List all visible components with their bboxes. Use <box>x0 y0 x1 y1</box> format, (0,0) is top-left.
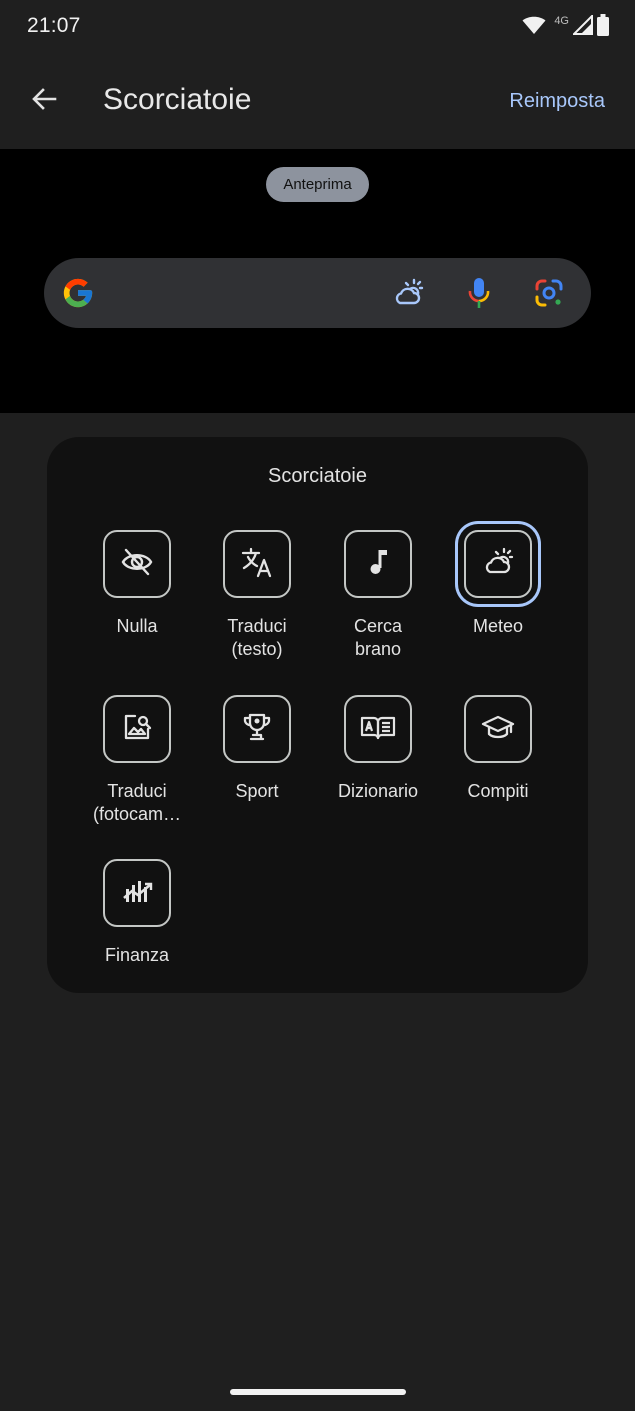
preview-chip: Anteprima <box>266 167 369 202</box>
tile-label: Nulla <box>116 616 158 636</box>
preview-area: Anteprima <box>0 149 635 413</box>
tile-icon-box <box>103 859 171 927</box>
google-g-icon <box>61 276 95 310</box>
shortcuts-title: Scorciatoie <box>268 465 367 487</box>
translate-icon <box>240 545 274 584</box>
shortcut-cerca-brano[interactable]: Cerca brano <box>318 530 438 661</box>
tile-label: Compiti <box>467 781 529 801</box>
back-button[interactable] <box>22 79 66 123</box>
tile-icon-box <box>223 530 291 598</box>
home-indicator[interactable] <box>230 1389 406 1395</box>
status-icons: 4G <box>522 13 609 41</box>
tile-icon-box <box>464 530 532 598</box>
shortcut-nulla[interactable]: Nulla <box>77 530 197 638</box>
tile-label: Dizionario <box>337 781 419 801</box>
tile-icon-box <box>103 695 171 763</box>
shortcut-dizionario[interactable]: Dizionario <box>318 695 438 803</box>
battery-icon <box>597 13 609 41</box>
tile-icon-box <box>223 695 291 763</box>
tile-icon-box <box>103 530 171 598</box>
shortcut-sport[interactable]: Sport <box>197 695 317 803</box>
app-bar: Scorciatoie Reimposta <box>0 56 635 148</box>
shortcut-traduci-testo[interactable]: Traduci (testo) <box>197 530 317 661</box>
shortcut-compiti[interactable]: Compiti <box>438 695 558 803</box>
tile-label: Traduci (testo) <box>227 616 287 659</box>
mic-icon[interactable] <box>460 274 498 312</box>
shortcut-finanza[interactable]: Finanza <box>77 859 197 967</box>
eye-off-icon <box>120 545 154 584</box>
tile-icon-box <box>464 695 532 763</box>
wifi-icon <box>522 15 546 40</box>
school-cap-icon <box>481 710 515 749</box>
tile-icon-box <box>344 695 412 763</box>
lens-icon[interactable] <box>530 274 568 312</box>
music-note-icon <box>361 545 395 584</box>
tile-label: Finanza <box>104 945 170 965</box>
tile-label: Traduci (fotocam… <box>92 781 182 824</box>
tile-label: Sport <box>235 781 279 801</box>
tile-label: Cerca brano <box>353 616 402 659</box>
arrow-back-icon <box>31 86 57 117</box>
trophy-icon <box>240 710 274 749</box>
cell-signal-icon <box>571 13 593 40</box>
reset-button[interactable]: Reimposta <box>509 90 605 113</box>
shortcut-traduci-fotocamera[interactable]: Traduci (fotocam… <box>77 695 197 826</box>
search-bar-preview <box>44 258 591 328</box>
status-time: 21:07 <box>27 14 81 37</box>
network-type-label: 4G <box>554 15 569 27</box>
status-bar: 21:07 4G <box>0 0 635 56</box>
shortcuts-card: Scorciatoie Nulla Traduci (testo) Cerca … <box>47 437 588 993</box>
dictionary-icon <box>360 710 396 749</box>
tile-icon-box <box>344 530 412 598</box>
weather-icon[interactable] <box>389 274 427 312</box>
weather-icon <box>481 545 515 584</box>
page-title: Scorciatoie <box>103 83 252 116</box>
image-search-icon <box>120 710 154 749</box>
tile-label: Meteo <box>472 616 524 636</box>
shortcut-meteo[interactable]: Meteo <box>438 530 558 638</box>
finance-chart-icon <box>120 874 154 913</box>
